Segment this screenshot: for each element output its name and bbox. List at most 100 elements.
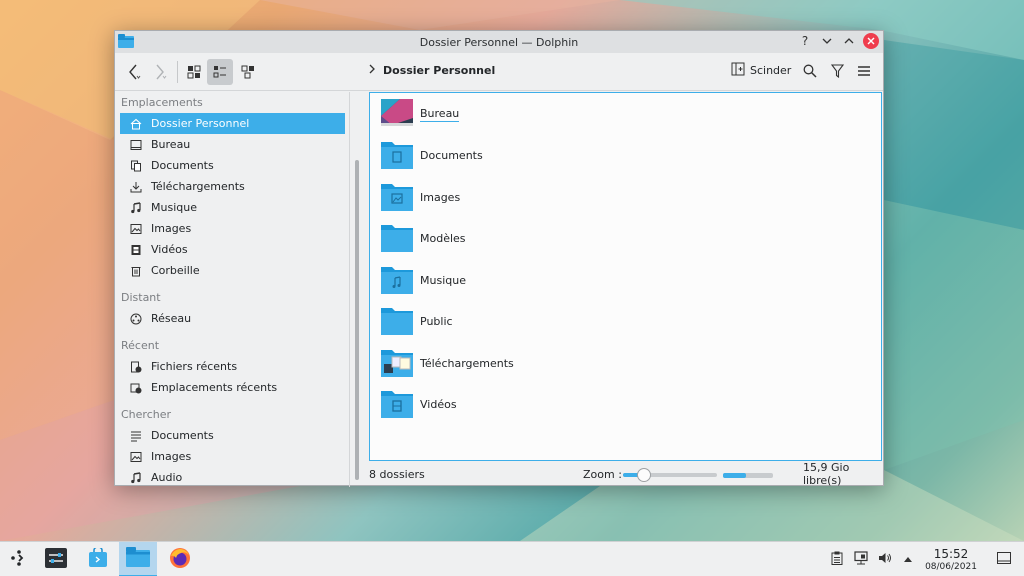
free-space-label: 15,9 Gio libre(s) (803, 461, 850, 487)
sidebar-item-label: Réseau (151, 312, 192, 325)
sidebar-item-label: Corbeille (151, 264, 200, 277)
item-count: 8 dossiers (369, 467, 425, 481)
search-button[interactable] (799, 61, 821, 83)
file-name: Téléchargements (420, 356, 514, 370)
breadcrumb[interactable]: Dossier Personnel (369, 64, 495, 77)
templates-folder-icon (380, 221, 414, 256)
sidebar-item-trash[interactable]: Corbeille (120, 260, 345, 281)
documents-icon (130, 160, 142, 172)
taskbar-system-settings[interactable] (37, 542, 75, 576)
volume-icon (878, 551, 892, 568)
back-button[interactable] (121, 59, 147, 85)
filter-icon (830, 63, 844, 81)
downloads-folder-icon (380, 346, 414, 381)
tray-expand[interactable] (900, 551, 916, 567)
panel-splitter[interactable] (349, 92, 350, 487)
compact-view-button[interactable] (207, 59, 233, 85)
file-name: Public (420, 314, 453, 328)
application-launcher[interactable] (0, 542, 38, 576)
file-name: Modèles (420, 231, 466, 245)
sidebar-scrollbar[interactable] (355, 160, 359, 480)
breadcrumb-current[interactable]: Dossier Personnel (383, 64, 495, 77)
file-item-public[interactable]: Public (380, 304, 453, 338)
music-folder-icon (380, 263, 414, 298)
sidebar-item-label: Documents (151, 429, 214, 442)
window-controls: ? (797, 33, 879, 49)
trash-icon (130, 265, 142, 277)
sidebar-item-search-documents[interactable]: Documents (120, 425, 345, 446)
sidebar-item-documents[interactable]: Documents (120, 155, 345, 176)
split-label: Scinder (750, 64, 792, 77)
zoom-slider-handle[interactable] (636, 468, 651, 482)
sidebar-item-label: Images (151, 450, 192, 463)
file-item-videos[interactable]: Vidéos (380, 387, 457, 421)
sidebar-item-recent-files[interactable]: Fichiers récents (120, 356, 345, 377)
sidebar-item-network[interactable]: Réseau (120, 308, 345, 329)
recent-places-icon (130, 382, 142, 394)
show-desktop-icon (997, 551, 1011, 567)
file-name: Bureau (420, 106, 460, 122)
show-desktop-button[interactable] (996, 551, 1012, 567)
window-title: Dossier Personnel — Dolphin (419, 35, 579, 49)
launcher-icon (10, 549, 28, 570)
split-view-icon (731, 62, 745, 79)
sidebar-item-images[interactable]: Images (120, 218, 345, 239)
sidebar-item-music[interactable]: Musique (120, 197, 345, 218)
recent-group-header: Récent (121, 339, 160, 352)
sidebar-item-videos[interactable]: Vidéos (120, 239, 345, 260)
firefox-icon (169, 547, 191, 572)
file-name: Musique (420, 273, 466, 287)
chevron-right-icon[interactable] (369, 64, 375, 77)
sidebar-item-label: Images (151, 222, 192, 235)
clock-date: 08/06/2021 (925, 562, 977, 572)
details-view-button[interactable] (235, 59, 261, 85)
menu-button[interactable] (853, 61, 875, 83)
tray-volume[interactable] (877, 551, 893, 567)
split-button[interactable]: Scinder (731, 62, 791, 79)
file-item-documents[interactable]: Documents (380, 138, 483, 172)
dolphin-folder-icon (126, 547, 150, 570)
sidebar-item-search-audio[interactable]: Audio (120, 467, 345, 485)
sidebar-item-label: Téléchargements (151, 180, 245, 193)
taskbar-dolphin[interactable] (119, 542, 157, 576)
sidebar-item-search-images[interactable]: Images (120, 446, 345, 467)
file-item-telechargements[interactable]: Téléchargements (380, 346, 514, 380)
file-item-bureau[interactable]: Bureau (380, 97, 460, 131)
file-item-images[interactable]: Images (380, 180, 460, 214)
free-space-bar (723, 473, 773, 478)
file-name: Images (420, 190, 461, 204)
file-item-musique[interactable]: Musique (380, 263, 466, 297)
forward-button[interactable] (147, 59, 173, 85)
file-item-modeles[interactable]: Modèles (380, 221, 466, 255)
tray-clipboard[interactable] (829, 551, 845, 567)
filter-button[interactable] (826, 61, 848, 83)
minimize-button[interactable] (819, 33, 835, 49)
recent-files-icon (130, 361, 142, 373)
places-panel: Emplacements Dossier Personnel Bureau Do… (115, 92, 359, 485)
taskbar-firefox[interactable] (161, 542, 199, 576)
discover-store-icon (88, 546, 108, 571)
maximize-button[interactable] (841, 33, 857, 49)
status-bar: 8 dossiers Zoom : 15,9 Gio libre(s) (369, 461, 884, 487)
help-button[interactable]: ? (797, 33, 813, 49)
taskbar-discover[interactable] (79, 542, 117, 576)
close-button[interactable] (863, 33, 879, 49)
download-icon (130, 181, 142, 193)
digital-clock[interactable]: 15:52 08/06/2021 (918, 547, 984, 573)
sidebar-item-label: Emplacements récents (151, 381, 278, 394)
tray-network[interactable] (853, 550, 869, 567)
icons-view-button[interactable] (181, 59, 207, 85)
sidebar-item-recent-places[interactable]: Emplacements récents (120, 377, 345, 398)
file-name: Documents (420, 148, 483, 162)
file-view[interactable]: Bureau Documents Images Modèles Musique (369, 92, 882, 461)
search-documents-icon (130, 430, 142, 442)
home-icon (130, 118, 142, 130)
sidebar-item-home[interactable]: Dossier Personnel (120, 113, 345, 134)
dolphin-app-icon[interactable] (118, 34, 134, 48)
sidebar-item-downloads[interactable]: Téléchargements (120, 176, 345, 197)
sidebar-item-label: Vidéos (151, 243, 188, 256)
hamburger-menu-icon (857, 65, 871, 80)
titlebar[interactable]: Dossier Personnel — Dolphin ? (115, 31, 883, 53)
zoom-slider[interactable] (623, 468, 717, 482)
sidebar-item-desktop[interactable]: Bureau (120, 134, 345, 155)
